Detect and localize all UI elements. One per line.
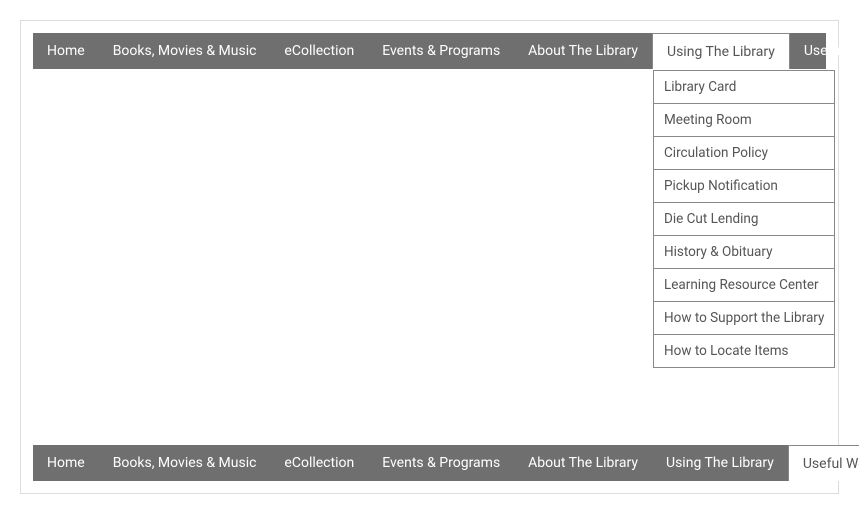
nav-bottom-using-library[interactable]: Using The Library [652,445,788,481]
nav-bottom-useful-web-resources[interactable]: Useful Web Resources [788,445,859,481]
dropdown-pickup-notification[interactable]: Pickup Notification [653,170,835,203]
nav-using-library-label: Using The Library [667,44,775,60]
page-container: Home Books, Movies & Music eCollection E… [20,20,839,494]
nav-home[interactable]: Home [33,33,99,69]
nav-bottom-events-programs[interactable]: Events & Programs [368,445,514,481]
dropdown-how-to-support[interactable]: How to Support the Library [653,302,835,335]
dropdown-die-cut-lending[interactable]: Die Cut Lending [653,203,835,236]
nav-bottom-about-library[interactable]: About The Library [514,445,652,481]
navbar-top: Home Books, Movies & Music eCollection E… [33,33,826,69]
nav-ecollection[interactable]: eCollection [270,33,368,69]
nav-using-library[interactable]: Using The Library Library Card Meeting R… [652,33,790,69]
dropdown-learning-resource-center[interactable]: Learning Resource Center [653,269,835,302]
navbar-bottom: Home Books, Movies & Music eCollection E… [33,445,850,481]
nav-events-programs[interactable]: Events & Programs [368,33,514,69]
nav-bottom-ecollection[interactable]: eCollection [270,445,368,481]
dropdown-meeting-room[interactable]: Meeting Room [653,104,835,137]
nav-useful-web-resources[interactable]: Useful Web Resources [790,33,859,69]
dropdown-library-card[interactable]: Library Card [653,70,835,104]
dropdown-history-obituary[interactable]: History & Obituary [653,236,835,269]
dropdown-using-library: Library Card Meeting Room Circulation Po… [653,70,835,368]
dropdown-how-to-locate[interactable]: How to Locate Items [653,335,835,368]
nav-bottom-home[interactable]: Home [33,445,99,481]
nav-bottom-books-movies-music[interactable]: Books, Movies & Music [99,445,271,481]
nav-books-movies-music[interactable]: Books, Movies & Music [99,33,271,69]
nav-about-library[interactable]: About The Library [514,33,652,69]
dropdown-circulation-policy[interactable]: Circulation Policy [653,137,835,170]
